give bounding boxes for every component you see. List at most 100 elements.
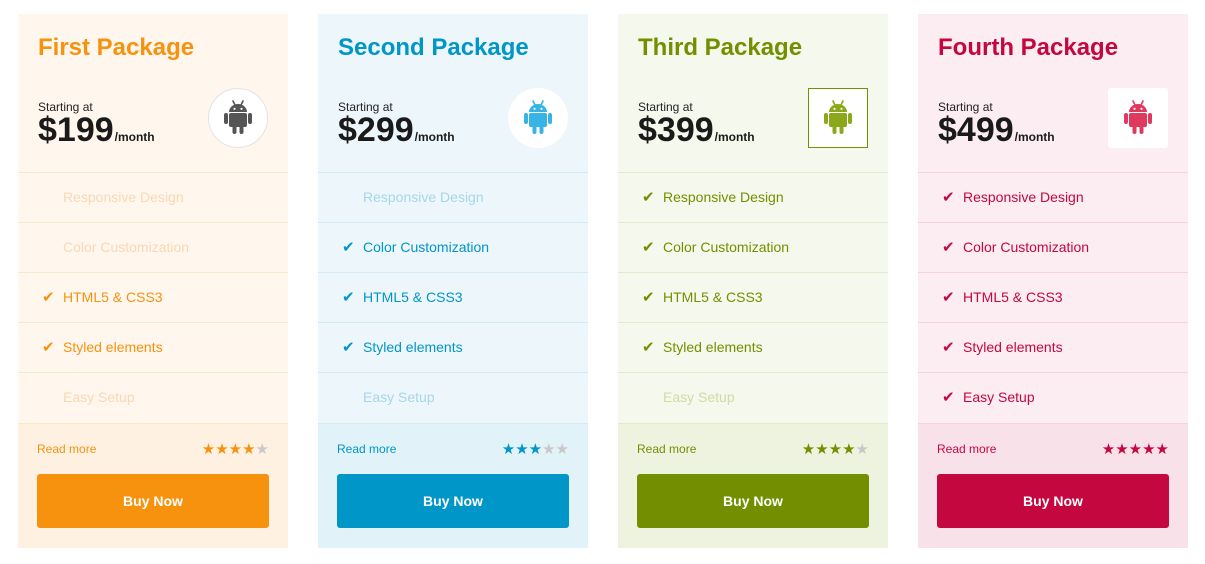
feature-label: Responsive Design	[663, 189, 784, 205]
feature-label: Color Customization	[663, 239, 790, 255]
feature-list: ✔ Responsive Design ✔ Color Customizatio…	[918, 172, 1188, 422]
price: $499/month	[938, 111, 1055, 150]
star-icon: ★	[215, 441, 229, 458]
package-title: Second Package	[338, 34, 529, 61]
star-icon: ★	[542, 441, 556, 458]
feature-label: HTML5 & CSS3	[363, 289, 463, 305]
pricing-card: Third Package Starting at $399/month ✔ R…	[618, 14, 888, 548]
feature-label: Easy Setup	[963, 389, 1035, 405]
feature-item: Responsive Design	[18, 172, 288, 222]
feature-label: Easy Setup	[363, 389, 435, 405]
feature-item: ✔ HTML5 & CSS3	[918, 272, 1188, 322]
feature-label: Color Customization	[963, 239, 1090, 255]
rating-stars: ★★★★★	[502, 440, 569, 458]
feature-item: ✔ HTML5 & CSS3	[318, 272, 588, 322]
star-icon: ★	[1142, 441, 1156, 458]
check-icon: ✔	[642, 189, 655, 206]
card-footer: Read more ★★★★★ Buy Now	[618, 423, 888, 548]
feature-item: ✔ Easy Setup	[918, 372, 1188, 422]
check-icon: ✔	[642, 289, 655, 306]
android-icon	[523, 100, 553, 136]
feature-label: Color Customization	[63, 239, 190, 255]
feature-item: Easy Setup	[18, 372, 288, 422]
platform-badge	[508, 88, 568, 148]
star-icon: ★	[501, 441, 516, 458]
star-icon: ★	[555, 441, 569, 458]
card-footer: Read more ★★★★★ Buy Now	[318, 423, 588, 548]
package-title: First Package	[38, 34, 195, 61]
price-period: /month	[714, 130, 755, 144]
feature-label: Responsive Design	[363, 189, 484, 205]
star-icon: ★	[1155, 441, 1169, 458]
rating-stars: ★★★★★	[1102, 440, 1169, 458]
feature-item: Easy Setup	[318, 372, 588, 422]
feature-label: Styled elements	[63, 339, 163, 355]
package-title: Third Package	[638, 34, 803, 61]
check-icon: ✔	[942, 189, 955, 206]
package-title: Fourth Package	[938, 34, 1119, 61]
star-icon: ★	[855, 441, 869, 458]
read-more-link[interactable]: Read more	[37, 442, 96, 456]
platform-badge	[1108, 88, 1168, 148]
platform-badge	[808, 88, 868, 148]
star-icon: ★	[815, 441, 829, 458]
android-icon	[823, 100, 853, 136]
pricing-card: Second Package Starting at $299/month Re…	[318, 14, 588, 548]
rating-stars: ★★★★★	[802, 440, 869, 458]
check-icon: ✔	[642, 239, 655, 256]
buy-now-button[interactable]: Buy Now	[937, 474, 1169, 528]
star-icon: ★	[1115, 441, 1129, 458]
feature-label: Color Customization	[363, 239, 490, 255]
price-amount: $199	[38, 111, 114, 149]
feature-item: ✔ Responsive Design	[918, 172, 1188, 222]
feature-label: Styled elements	[963, 339, 1063, 355]
feature-item: Color Customization	[18, 222, 288, 272]
star-icon: ★	[1101, 441, 1116, 458]
feature-item: ✔ HTML5 & CSS3	[618, 272, 888, 322]
read-more-link[interactable]: Read more	[337, 442, 396, 456]
feature-label: Styled elements	[663, 339, 763, 355]
rating-stars: ★★★★★	[202, 440, 269, 458]
check-icon: ✔	[342, 289, 355, 306]
pricing-card: First Package Starting at $199/month Res…	[18, 14, 288, 548]
star-icon: ★	[1128, 441, 1143, 458]
read-more-link[interactable]: Read more	[937, 442, 996, 456]
price-period: /month	[1014, 130, 1055, 144]
feature-label: Easy Setup	[63, 389, 135, 405]
buy-now-button[interactable]: Buy Now	[637, 474, 869, 528]
feature-item: ✔ HTML5 & CSS3	[18, 272, 288, 322]
read-more-link[interactable]: Read more	[637, 442, 696, 456]
check-icon: ✔	[642, 339, 655, 356]
feature-item: ✔ Styled elements	[318, 322, 588, 372]
star-icon: ★	[801, 441, 816, 458]
android-icon	[1123, 100, 1153, 136]
feature-label: Responsive Design	[963, 189, 1084, 205]
star-icon: ★	[842, 441, 856, 458]
feature-item: ✔ Styled elements	[18, 322, 288, 372]
feature-item: ✔ Color Customization	[318, 222, 588, 272]
feature-label: HTML5 & CSS3	[963, 289, 1063, 305]
card-footer: Read more ★★★★★ Buy Now	[18, 423, 288, 548]
buy-now-button[interactable]: Buy Now	[337, 474, 569, 528]
price: $399/month	[638, 111, 755, 150]
price: $199/month	[38, 111, 155, 150]
buy-now-button[interactable]: Buy Now	[37, 474, 269, 528]
android-icon	[223, 100, 253, 136]
check-icon: ✔	[942, 339, 955, 356]
feature-item: ✔ Styled elements	[918, 322, 1188, 372]
feature-item: ✔ Color Customization	[918, 222, 1188, 272]
star-icon: ★	[515, 441, 529, 458]
check-icon: ✔	[42, 289, 55, 306]
check-icon: ✔	[942, 389, 955, 406]
feature-label: Styled elements	[363, 339, 463, 355]
platform-badge	[208, 88, 268, 148]
star-icon: ★	[255, 441, 269, 458]
feature-label: HTML5 & CSS3	[63, 289, 163, 305]
star-icon: ★	[201, 441, 216, 458]
price-period: /month	[114, 130, 155, 144]
feature-item: ✔ Styled elements	[618, 322, 888, 372]
feature-item: Easy Setup	[618, 372, 888, 422]
feature-list: Responsive Design Color Customization ✔ …	[18, 172, 288, 422]
check-icon: ✔	[42, 339, 55, 356]
feature-list: ✔ Responsive Design ✔ Color Customizatio…	[618, 172, 888, 422]
